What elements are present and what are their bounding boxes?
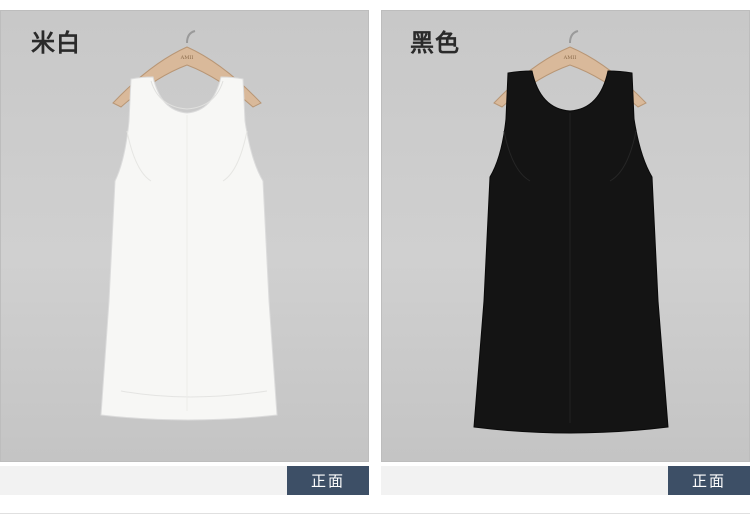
product-photo-off-white: 米白 AMII	[0, 10, 369, 462]
dress-body	[473, 70, 669, 434]
view-tag-front: 正面	[668, 466, 750, 495]
hanger-brand: AMII	[180, 55, 194, 61]
view-caption-bar: 正面	[0, 466, 369, 495]
hanger-hook	[186, 30, 196, 44]
hanger-brand: AMII	[563, 55, 577, 61]
off-white-dress-image: AMII	[100, 30, 278, 421]
product-photo-black: 黑色 AMII	[381, 10, 750, 462]
hanger-hook	[569, 30, 579, 44]
view-caption-bar: 正面	[381, 466, 750, 495]
black-dress-image: AMII	[473, 30, 669, 434]
view-tag-front: 正面	[287, 466, 369, 495]
divider	[0, 513, 750, 514]
dress-body	[100, 76, 278, 421]
